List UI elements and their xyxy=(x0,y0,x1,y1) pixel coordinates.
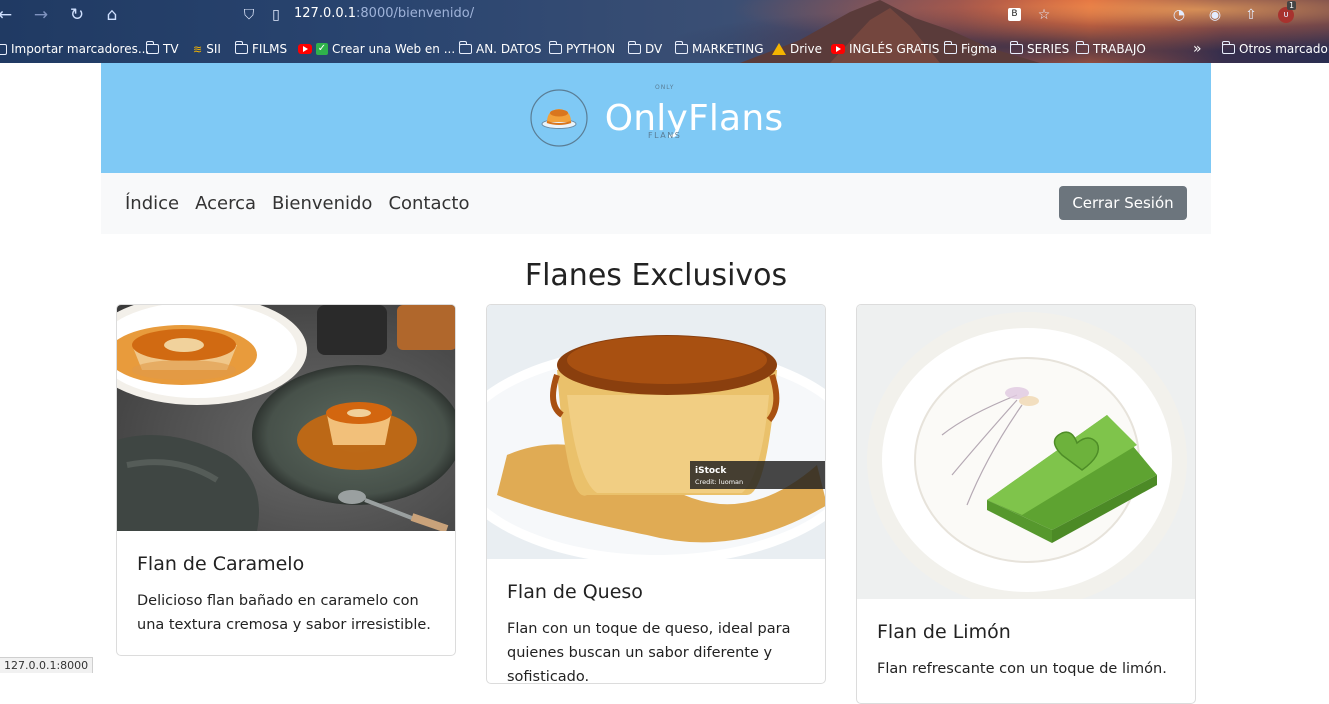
page-icon: ▯ xyxy=(272,7,280,23)
card-body: Flan de Queso Flan con un toque de queso… xyxy=(487,559,825,684)
nav-links: Índice Acerca Bienvenido Contacto xyxy=(125,193,469,214)
flan-caramelo-photo xyxy=(117,305,455,531)
nav-link-contacto[interactable]: Contacto xyxy=(388,193,469,214)
flan-card-queso[interactable]: iStock Credit: luoman Flan de Queso Flan… xyxy=(486,304,826,684)
flan-caramelo-image xyxy=(117,305,455,531)
card-description: Flan con un toque de queso, ideal para q… xyxy=(507,621,791,684)
bookmark-label: DV xyxy=(645,42,663,56)
bookmark-label: SERIES xyxy=(1027,42,1070,56)
card-title: Flan de Caramelo xyxy=(137,553,305,575)
istock-credit: Credit: luoman xyxy=(695,478,743,486)
bookmark-an-datos[interactable]: AN. DATOS xyxy=(459,40,542,58)
card-description: Delicioso flan bañado en caramelo con un… xyxy=(137,593,431,633)
card-title: Flan de Queso xyxy=(507,581,643,603)
bookmark-otros[interactable]: Otros marcadores xyxy=(1222,40,1329,58)
bookmark-figma[interactable]: Figma xyxy=(944,40,997,58)
folder-icon xyxy=(1222,41,1235,54)
bookmark-label: INGLÉS GRATIS xyxy=(849,42,940,56)
flan-logo-icon xyxy=(530,89,588,147)
bookmark-marketing[interactable]: MARKETING xyxy=(675,40,764,58)
bookmark-label: Drive xyxy=(790,42,822,56)
reload-icon[interactable]: ↻ xyxy=(66,4,88,26)
flan-queso-photo: iStock Credit: luoman xyxy=(487,305,825,559)
nav-link-indice[interactable]: Índice xyxy=(125,193,179,214)
bookmark-import[interactable]: Importar marcadores... xyxy=(0,40,149,58)
site-title: OnlyFlans xyxy=(604,97,784,139)
bookmark-dv[interactable]: DV xyxy=(628,40,662,58)
bookmark-label: AN. DATOS xyxy=(476,42,542,56)
logout-button[interactable]: Cerrar Sesión xyxy=(1059,186,1187,220)
import-icon xyxy=(0,43,7,55)
link-status-bar: 127.0.0.1:8000 xyxy=(0,657,94,673)
bookmark-crear-web[interactable]: ✓ Crear una Web en ... xyxy=(298,40,455,58)
youtube-icon xyxy=(831,44,845,54)
bookmark-tv[interactable]: TV xyxy=(146,40,179,58)
bookmark-drive[interactable]: Drive xyxy=(772,40,822,58)
bookmark-label: TRABAJO xyxy=(1093,42,1146,56)
logo-top-text: ONLY xyxy=(655,84,675,91)
bookmark-label: PYTHON xyxy=(566,42,616,56)
back-icon[interactable]: ← xyxy=(0,4,16,26)
forward-icon[interactable]: → xyxy=(30,4,52,26)
bookmark-python[interactable]: PYTHON xyxy=(549,40,615,58)
bookmarks-overflow-icon[interactable]: » xyxy=(1193,40,1202,58)
extension-badge: 1 xyxy=(1287,1,1297,10)
section-heading: Flanes Exclusivos xyxy=(524,258,788,293)
flan-card-limon[interactable]: Flan de Limón Flan refrescante con un to… xyxy=(856,304,1196,704)
logo-bottom-text: FLANS xyxy=(648,131,682,140)
drive-icon xyxy=(772,43,786,55)
bookmarks-bar: Importar marcadores... TV ≋ SII FILMS ✓ Cr… xyxy=(0,38,1329,60)
card-body: Flan de Limón Flan refrescante con un to… xyxy=(857,599,1195,701)
folder-icon xyxy=(549,41,562,54)
card-title: Flan de Limón xyxy=(877,621,1011,643)
flan-queso-image: iStock Credit: luoman xyxy=(487,305,825,559)
nav-link-bienvenido[interactable]: Bienvenido xyxy=(272,193,372,214)
bookmark-label: FILMS xyxy=(252,42,288,56)
card-body: Flan de Caramelo Delicioso flan bañado e… xyxy=(117,531,455,655)
url-host: 127.0.0.1 xyxy=(294,6,357,21)
bookmark-films[interactable]: FILMS xyxy=(235,40,287,58)
flan-card-caramelo[interactable]: Flan de Caramelo Delicioso flan bañado e… xyxy=(116,304,456,656)
main-navbar: Índice Acerca Bienvenido Contacto Cerrar… xyxy=(101,173,1211,234)
folder-icon xyxy=(459,41,472,54)
nav-link-acerca[interactable]: Acerca xyxy=(195,193,256,214)
flan-limon-photo xyxy=(857,305,1195,599)
sii-icon: ≋ xyxy=(193,42,203,56)
extensions-icon[interactable]: ⇧ xyxy=(1242,6,1260,24)
account-icon[interactable]: ◉ xyxy=(1206,6,1224,24)
folder-icon xyxy=(235,41,248,54)
home-icon[interactable]: ⌂ xyxy=(101,4,123,26)
bookmark-ingles[interactable]: INGLÉS GRATIS xyxy=(831,40,939,58)
bookmark-label: Importar marcadores... xyxy=(11,42,150,56)
youtube-icon xyxy=(298,44,312,54)
browser-chrome: ← → ↻ ⌂ ⛉ ▯ 127.0.0.1:8000/bienvenido/ B… xyxy=(0,0,1329,63)
bookmark-sii[interactable]: ≋ SII xyxy=(193,40,221,58)
checkmark-icon: ✓ xyxy=(316,43,328,55)
bookmark-label: Figma xyxy=(961,42,998,56)
folder-icon xyxy=(1010,41,1023,54)
folder-icon xyxy=(628,41,641,54)
flan-limon-image xyxy=(857,305,1195,599)
site-header: ONLY FLANS OnlyFlans xyxy=(101,63,1211,173)
folder-icon xyxy=(1076,41,1089,54)
bookmark-label: SII xyxy=(206,42,221,56)
bookmark-label: Crear una Web en ... xyxy=(332,42,456,56)
folder-icon xyxy=(675,41,688,54)
bookmark-label: MARKETING xyxy=(692,42,764,56)
address-bar[interactable]: 127.0.0.1:8000/bienvenido/ xyxy=(294,6,474,21)
bookmark-label: TV xyxy=(163,42,179,56)
browser-toolbar: ← → ↻ ⌂ ⛉ ▯ 127.0.0.1:8000/bienvenido/ B… xyxy=(0,0,1329,30)
bookmark-series[interactable]: SERIES xyxy=(1010,40,1069,58)
shield-check-icon[interactable]: ◔ xyxy=(1170,6,1188,24)
folder-icon xyxy=(944,41,957,54)
folder-icon xyxy=(146,41,159,54)
shield-icon[interactable]: ⛉ xyxy=(240,6,258,24)
url-path: :8000/bienvenido/ xyxy=(356,6,475,21)
reader-icon[interactable]: B xyxy=(1008,8,1021,21)
bookmark-label: Otros marcadores xyxy=(1239,42,1329,56)
bookmark-trabajo[interactable]: TRABAJO xyxy=(1076,40,1146,58)
bookmark-star-icon[interactable]: ☆ xyxy=(1035,6,1053,24)
card-description: Flan refrescante con un toque de limón. xyxy=(877,661,1167,677)
istock-watermark: iStock xyxy=(695,466,727,476)
